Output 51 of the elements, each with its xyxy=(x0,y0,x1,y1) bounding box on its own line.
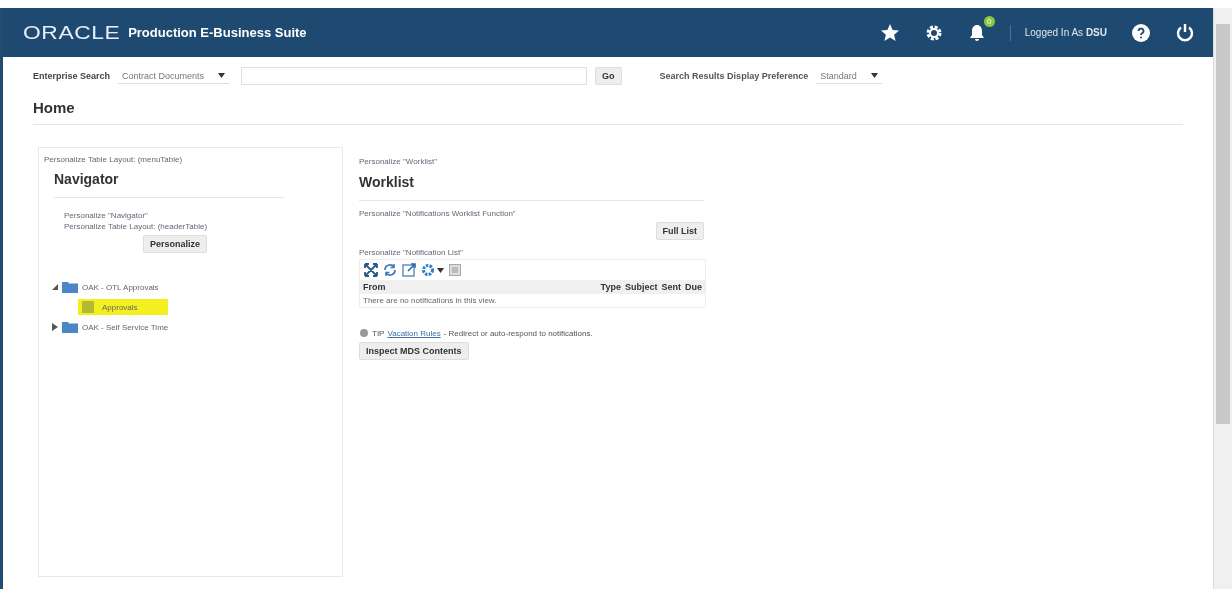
scrollbar[interactable] xyxy=(1213,8,1232,589)
notifications-bell-icon[interactable] xyxy=(967,22,986,43)
refresh-icon[interactable] xyxy=(383,263,397,277)
expanded-triangle-icon[interactable] xyxy=(52,284,58,290)
navigator-title: Navigator xyxy=(54,171,284,198)
enterprise-search-label: Enterprise Search xyxy=(33,71,111,81)
column-header[interactable]: Sent xyxy=(661,282,681,292)
search-category-dropdown[interactable]: Contract Documents xyxy=(118,68,230,84)
logged-in-user: Logged In As DSU xyxy=(1024,27,1107,38)
collapsed-triangle-icon[interactable] xyxy=(52,323,58,331)
help-icon[interactable] xyxy=(1131,22,1151,43)
personalize-link[interactable]: Personalize "Notifications Worklist Function" xyxy=(359,209,516,218)
worklist-title: Worklist xyxy=(359,174,704,201)
tip-icon xyxy=(359,328,369,338)
search-field[interactable] xyxy=(241,67,588,85)
caret-icon xyxy=(218,73,226,78)
logout-power-icon[interactable] xyxy=(1175,22,1195,43)
go-button[interactable]: Go xyxy=(595,67,622,85)
caret-icon[interactable] xyxy=(437,267,444,273)
column-header[interactable]: From xyxy=(363,282,597,292)
tree-folder-item[interactable]: OAK - Self Service Time xyxy=(82,322,169,332)
tree-leaf-item[interactable]: Approvals xyxy=(78,299,169,315)
column-header[interactable]: Subject xyxy=(624,282,658,292)
personalize-link[interactable]: Personalize Table Layout: (headerTable) xyxy=(64,222,208,231)
personalize-button[interactable]: Personalize xyxy=(143,235,208,253)
personalize-link[interactable]: Personalize Table Layout: (menuTable) xyxy=(44,155,183,164)
display-preference-label: Search Results Display Preference xyxy=(659,71,809,81)
personalize-link[interactable]: Personalize "Notification List" xyxy=(359,248,463,257)
vacation-rules-link[interactable]: Vacation Rules xyxy=(387,328,441,338)
tree-folder-item[interactable]: OAK - OTL Approvals xyxy=(82,282,159,292)
page-title: Home xyxy=(33,95,1183,125)
folder-icon xyxy=(62,281,78,293)
full-list-button[interactable]: Full List xyxy=(655,222,704,240)
inspect-mds-button[interactable]: Inspect MDS Contents xyxy=(359,342,469,360)
logo: ORACLE xyxy=(23,21,121,44)
column-header[interactable]: Type xyxy=(600,282,621,292)
folder-icon xyxy=(62,321,78,333)
app-title: Production E-Business Suite xyxy=(128,25,307,40)
tip-label: TIP xyxy=(372,328,385,338)
detach-icon[interactable] xyxy=(364,263,378,277)
export-icon[interactable] xyxy=(402,263,416,277)
caret-icon xyxy=(870,73,878,78)
notification-count-badge: 0 xyxy=(983,15,995,27)
personalize-link[interactable]: Personalize "Navigator" xyxy=(64,211,148,220)
settings-icon[interactable] xyxy=(421,263,435,277)
empty-table-message: There are no notifications in this view. xyxy=(362,295,498,307)
tip-text: - Redirect or auto-respond to notifications. xyxy=(443,328,593,338)
favorites-star-icon[interactable] xyxy=(879,22,900,43)
column-header[interactable]: Due xyxy=(685,282,702,292)
personalize-link[interactable]: Personalize "Worklist" xyxy=(359,157,437,166)
display-preference-dropdown[interactable]: Standard xyxy=(816,68,882,84)
